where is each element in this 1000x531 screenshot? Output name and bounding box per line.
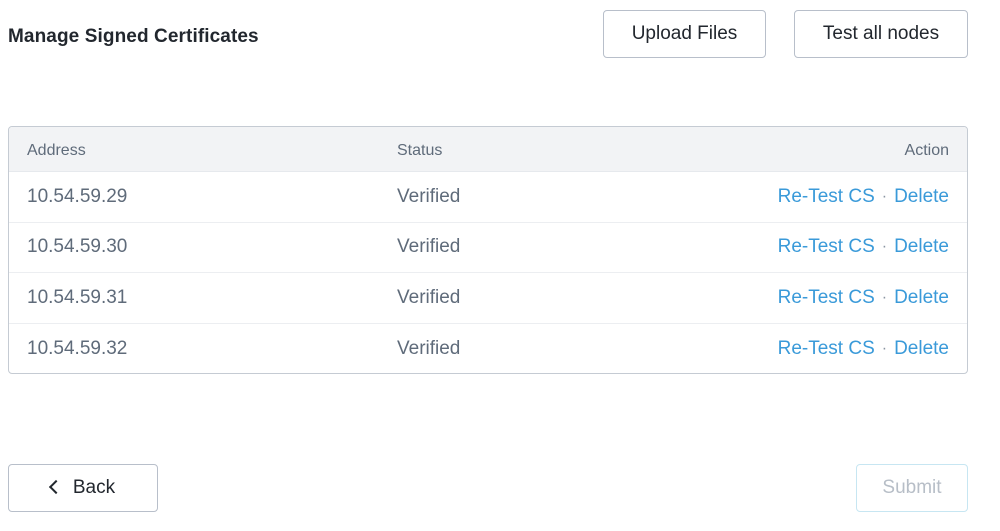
table-row: 10.54.59.30 Verified Re-Test CS · Delete [9, 223, 967, 273]
table-row: 10.54.59.29 Verified Re-Test CS · Delete [9, 172, 967, 223]
table-row: 10.54.59.32 Verified Re-Test CS · Delete [9, 324, 967, 374]
chevron-left-icon [48, 479, 63, 495]
submit-button[interactable]: Submit [856, 464, 968, 512]
row-actions: Re-Test CS · Delete [778, 324, 949, 374]
retest-cs-link[interactable]: Re-Test CS [778, 287, 875, 309]
test-all-nodes-button[interactable]: Test all nodes [794, 10, 968, 58]
retest-cs-link[interactable]: Re-Test CS [778, 186, 875, 208]
column-header-status: Status [397, 142, 443, 159]
delete-link[interactable]: Delete [894, 186, 949, 208]
row-actions: Re-Test CS · Delete [778, 273, 949, 323]
row-address: 10.54.59.31 [27, 286, 128, 308]
row-status: Verified [397, 236, 461, 258]
certificates-table: Address Status Action 10.54.59.29 Verifi… [8, 126, 968, 374]
row-status: Verified [397, 286, 461, 308]
action-separator: · [881, 187, 888, 205]
table-row: 10.54.59.31 Verified Re-Test CS · Delete [9, 273, 967, 324]
delete-link[interactable]: Delete [894, 338, 949, 360]
column-header-address: Address [27, 142, 86, 159]
back-button[interactable]: Back [8, 464, 158, 512]
row-address: 10.54.59.30 [27, 236, 128, 258]
back-button-label: Back [72, 477, 116, 498]
row-actions: Re-Test CS · Delete [778, 223, 949, 273]
delete-link[interactable]: Delete [894, 287, 949, 309]
retest-cs-link[interactable]: Re-Test CS [778, 236, 875, 258]
action-separator: · [881, 238, 888, 256]
row-address: 10.54.59.29 [27, 185, 128, 207]
row-address: 10.54.59.32 [27, 337, 128, 359]
row-status: Verified [397, 337, 461, 359]
table-header: Address Status Action [9, 127, 967, 172]
page-title: Manage Signed Certificates [8, 26, 259, 47]
upload-files-button[interactable]: Upload Files [603, 10, 766, 58]
retest-cs-link[interactable]: Re-Test CS [778, 338, 875, 360]
action-separator: · [881, 339, 888, 357]
delete-link[interactable]: Delete [894, 236, 949, 258]
row-actions: Re-Test CS · Delete [778, 172, 949, 222]
action-separator: · [881, 288, 888, 306]
column-header-action: Action [904, 142, 949, 159]
row-status: Verified [397, 185, 461, 207]
